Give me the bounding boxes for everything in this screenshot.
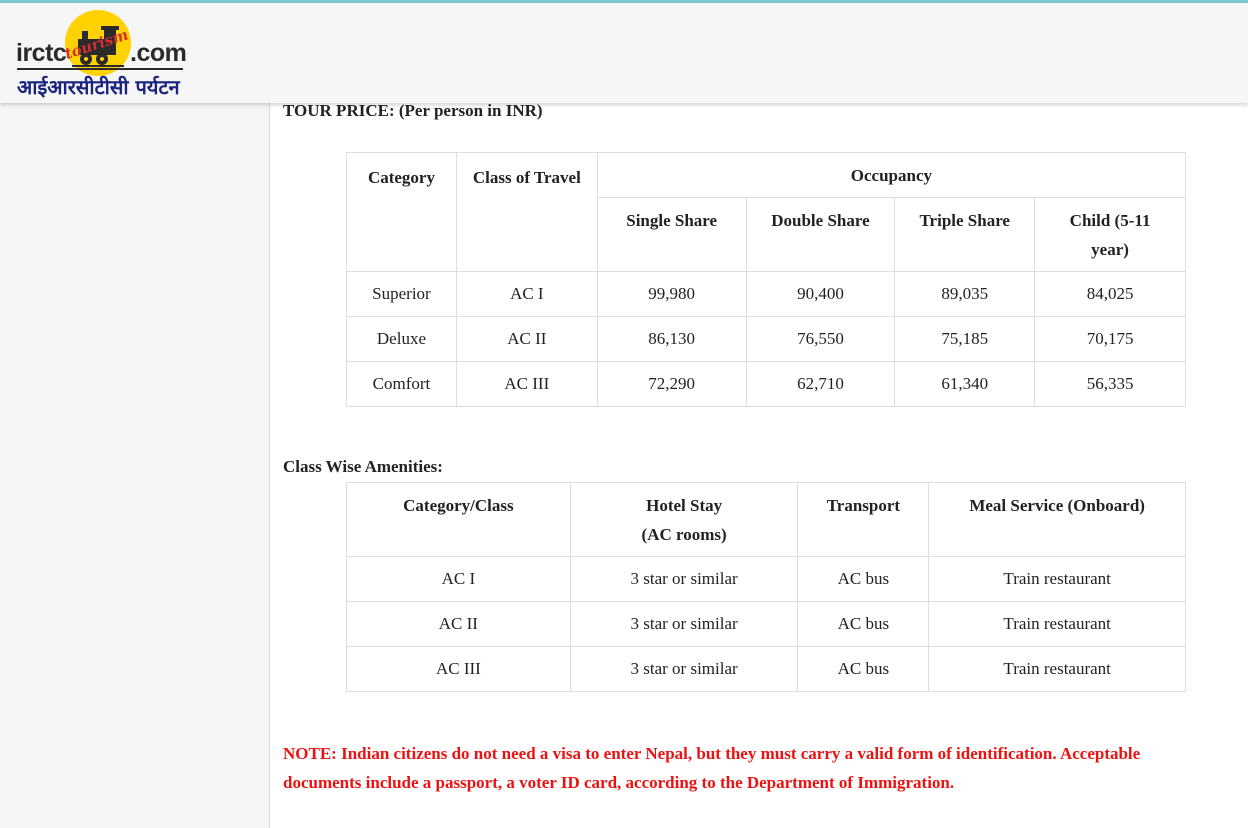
cell-transport: AC bus bbox=[797, 601, 930, 647]
cell-transport: AC bus bbox=[797, 556, 930, 602]
amenities-title: Class Wise Amenities: bbox=[283, 457, 443, 476]
logo-underline bbox=[17, 68, 183, 70]
cell-single: 72,290 bbox=[596, 361, 747, 407]
cell-double: 62,710 bbox=[745, 361, 896, 407]
cell-triple: 61,340 bbox=[894, 361, 1036, 407]
visa-note: NOTE: Indian citizens do not need a visa… bbox=[283, 744, 1141, 792]
header-single-share: Single Share bbox=[596, 197, 747, 272]
cell-class: AC III bbox=[346, 646, 571, 692]
header-category-class: Category/Class bbox=[346, 482, 571, 557]
site-header: tourism irctc .com आईआरसीटीसी पर्यटन bbox=[0, 3, 1248, 103]
cell-meal: Train restaurant bbox=[928, 601, 1186, 647]
cell-double: 90,400 bbox=[745, 271, 896, 317]
table-row: Comfort AC III 72,290 62,710 61,340 56,3… bbox=[346, 361, 1186, 407]
table-row: Superior AC I 99,980 90,400 89,035 84,02… bbox=[346, 271, 1186, 317]
cell-triple: 89,035 bbox=[894, 271, 1036, 317]
header-hotel-stay: Hotel Stay (AC rooms) bbox=[569, 482, 799, 557]
cell-category: Deluxe bbox=[346, 316, 457, 362]
logo-hindi-text: आईआरसीटीसी पर्यटन bbox=[17, 75, 180, 99]
table-row: AC II 3 star or similar AC bus Train res… bbox=[346, 601, 1186, 647]
cell-child: 70,175 bbox=[1034, 316, 1186, 362]
left-sidebar bbox=[0, 103, 270, 828]
table-row: AC III 3 star or similar AC bus Train re… bbox=[346, 646, 1186, 692]
tour-price-table: Category Class of Travel Occupancy Singl… bbox=[346, 152, 1187, 407]
cell-hotel: 3 star or similar bbox=[569, 556, 799, 602]
cell-child: 56,335 bbox=[1034, 361, 1186, 407]
table-row: AC I 3 star or similar AC bus Train rest… bbox=[346, 556, 1186, 602]
cell-single: 86,130 bbox=[596, 316, 747, 362]
cell-class: AC II bbox=[346, 601, 571, 647]
header-class-of-travel: Class of Travel bbox=[455, 152, 598, 272]
cell-transport: AC bus bbox=[797, 646, 930, 692]
cell-class: AC I bbox=[346, 556, 571, 602]
train-engine-icon: tourism bbox=[64, 10, 131, 76]
cell-double: 76,550 bbox=[745, 316, 896, 362]
logo-dotcom-text: .com bbox=[130, 39, 187, 67]
cell-class: AC I bbox=[455, 271, 598, 317]
cell-hotel: 3 star or similar bbox=[569, 601, 799, 647]
header-hotel-line2: (AC rooms) bbox=[641, 525, 727, 544]
cell-class: AC III bbox=[455, 361, 598, 407]
cell-category: Superior bbox=[346, 271, 457, 317]
header-double-share: Double Share bbox=[745, 197, 896, 272]
cell-meal: Train restaurant bbox=[928, 646, 1186, 692]
table-row: Deluxe AC II 86,130 76,550 75,185 70,175 bbox=[346, 316, 1186, 362]
header-child: Child (5-11 year) bbox=[1034, 197, 1186, 272]
irctc-tourism-logo[interactable]: tourism irctc .com आईआरसीटीसी पर्यटन bbox=[14, 7, 194, 103]
cell-single: 99,980 bbox=[596, 271, 747, 317]
header-meal-service: Meal Service (Onboard) bbox=[928, 482, 1186, 557]
header-triple-share: Triple Share bbox=[894, 197, 1036, 272]
header-category: Category bbox=[346, 152, 457, 272]
logo-irctc-text: irctc bbox=[16, 39, 67, 67]
cell-child: 84,025 bbox=[1034, 271, 1186, 317]
main-content: TOUR PRICE: (Per person in INR) Category… bbox=[271, 101, 1248, 828]
header-hotel-line1: Hotel Stay bbox=[646, 496, 723, 515]
header-occupancy: Occupancy bbox=[596, 152, 1187, 198]
cell-class: AC II bbox=[455, 316, 598, 362]
tour-price-title: TOUR PRICE: (Per person in INR) bbox=[283, 101, 543, 120]
amenities-table: Category/Class Hotel Stay (AC rooms) Tra… bbox=[346, 482, 1186, 692]
cell-triple: 75,185 bbox=[894, 316, 1036, 362]
header-transport: Transport bbox=[797, 482, 930, 557]
cell-hotel: 3 star or similar bbox=[569, 646, 799, 692]
cell-category: Comfort bbox=[346, 361, 457, 407]
cell-meal: Train restaurant bbox=[928, 556, 1186, 602]
